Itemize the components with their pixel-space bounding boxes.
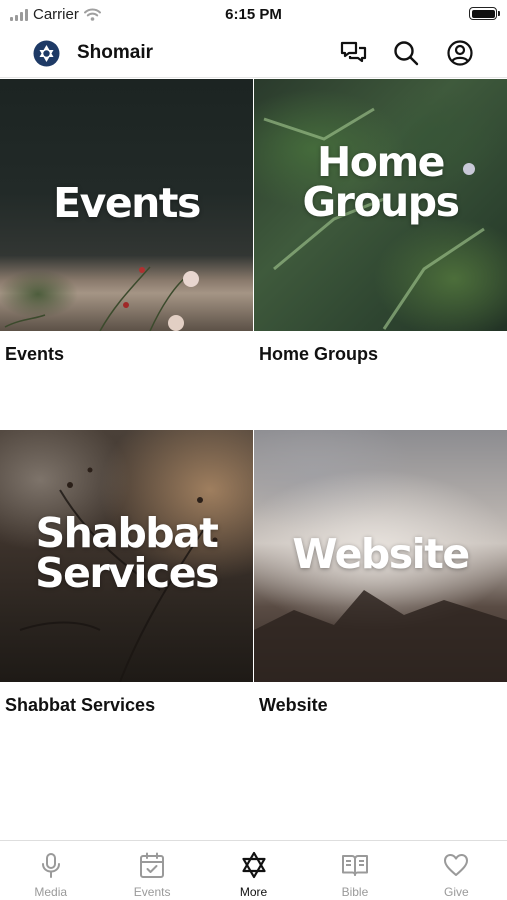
tile-shabbat-services-image-text: Shabbat Services: [35, 508, 219, 597]
tab-give-label: Give: [443, 885, 469, 899]
tile-home-groups-label[interactable]: Home Groups: [259, 344, 378, 365]
search-icon: [394, 41, 419, 66]
tab-bible-label: Bible: [341, 885, 369, 899]
tile-events-image-text: Events: [53, 178, 201, 227]
tile-events-label[interactable]: Events: [5, 344, 64, 365]
search-button[interactable]: [392, 39, 420, 67]
tab-events-label: Events: [133, 885, 171, 899]
tile-shabbat-services-image[interactable]: Shabbat Services: [0, 430, 253, 682]
tab-more[interactable]: More: [203, 841, 304, 900]
bottom-tab-bar: Media Events More Bible Give: [0, 840, 507, 900]
tile-home-groups-image-text: Home Groups: [302, 137, 460, 226]
tile-home-groups-image[interactable]: Home Groups: [254, 79, 507, 331]
tab-events[interactable]: Events: [101, 841, 202, 900]
heart-icon: [442, 851, 470, 879]
star-of-david-icon[interactable]: [33, 40, 60, 67]
microphone-icon: [37, 851, 65, 879]
battery-icon: [469, 7, 500, 20]
status-time: 6:15 PM: [225, 6, 282, 23]
tab-bible[interactable]: Bible: [304, 841, 405, 900]
tab-give[interactable]: Give: [406, 841, 507, 900]
messages-button[interactable]: [339, 39, 367, 67]
status-bar: Carrier 6:15 PM: [0, 0, 507, 28]
chat-bubbles-icon: [340, 41, 366, 63]
tile-website-image[interactable]: Website: [254, 430, 507, 682]
tab-media-label: Media: [34, 885, 68, 899]
app-header: Shomair: [0, 28, 507, 78]
tile-website-label[interactable]: Website: [259, 695, 328, 716]
app-title: Shomair: [77, 42, 154, 63]
open-book-icon: [341, 851, 369, 879]
star-of-david-icon: [240, 851, 268, 879]
user-profile-icon: [447, 40, 473, 66]
tile-website-image-text: Website: [292, 529, 470, 578]
tab-more-label: More: [239, 885, 268, 899]
tile-events-image[interactable]: Events: [0, 79, 253, 331]
profile-button[interactable]: [446, 39, 474, 67]
tile-shabbat-services-label[interactable]: Shabbat Services: [5, 695, 155, 716]
calendar-check-icon: [138, 851, 166, 879]
tab-media[interactable]: Media: [0, 841, 101, 900]
